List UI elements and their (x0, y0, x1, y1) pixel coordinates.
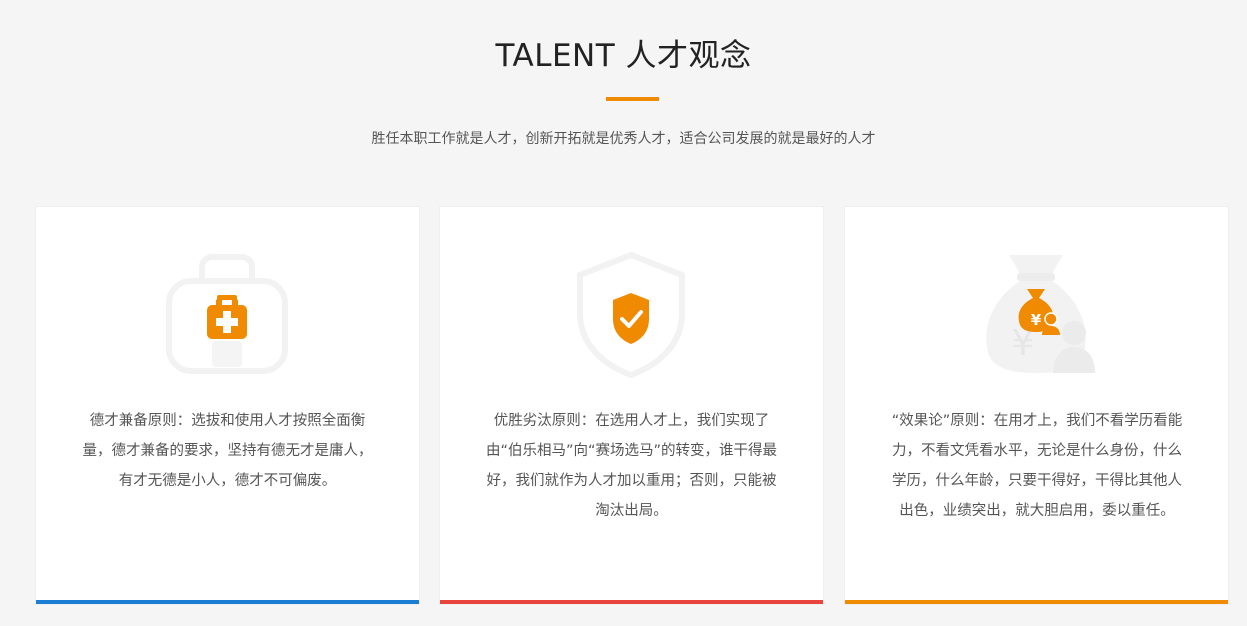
card-survival-fittest: 优胜劣汰原则：在选用人才上，我们实现了由“伯乐相马”向“赛场选马”的转变，谁干得… (440, 207, 823, 604)
principle-cards: 德才兼备原则：选拔和使用人才按照全面衡量，德才兼备的要求，坚持有德无才是庸人，有… (36, 207, 1228, 604)
svg-text:¥: ¥ (1031, 311, 1042, 329)
first-aid-kit-icon (162, 249, 292, 379)
section-subtitle: 胜任本职工作就是人才，创新开拓就是优秀人才，适合公司发展的就是最好的人才 (371, 131, 876, 147)
card-virtue-talent: 德才兼备原则：选拔和使用人才按照全面衡量，德才兼备的要求，坚持有德无才是庸人，有… (36, 207, 419, 604)
card-text: “效果论”原则：在用才上，我们不看学历看能力，不看文凭看水平，无论是什么身份，什… (891, 413, 1183, 519)
card-results-principle: ¥ ¥ “效果论”原则：在用才上，我们不看学历看能力，不看文凭看水平，无论是什么… (845, 207, 1228, 604)
card-text: 优胜劣汰原则：在选用人才上，我们实现了由“伯乐相马”向“赛场选马”的转变，谁干得… (485, 413, 778, 519)
money-bag-icon: ¥ ¥ (971, 249, 1101, 379)
card-accent-bar (845, 600, 1228, 604)
card-text: 德才兼备原则：选拔和使用人才按照全面衡量，德才兼备的要求，坚持有德无才是庸人，有… (82, 413, 373, 489)
card-accent-bar (440, 600, 823, 604)
section-title: TALENT 人才观念 (495, 38, 752, 74)
shield-check-icon (566, 249, 696, 379)
title-underline (606, 97, 659, 101)
card-accent-bar (36, 600, 419, 604)
